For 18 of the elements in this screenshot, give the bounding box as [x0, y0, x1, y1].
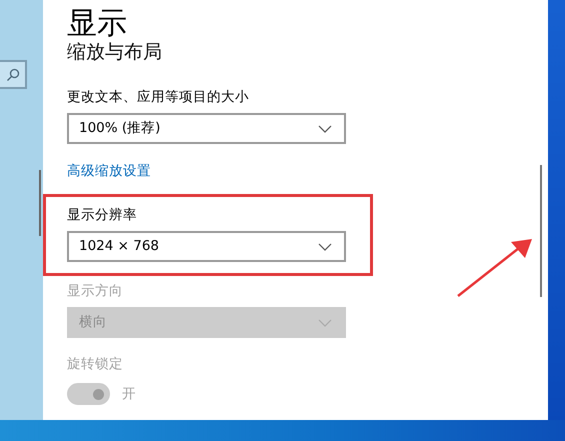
- page-title: 显示: [67, 6, 128, 42]
- toggle-state: 开: [122, 384, 136, 404]
- chevron-icon: [318, 318, 332, 326]
- dropdown[interactable]: 1024 × 768: [67, 231, 346, 262]
- scrollbar[interactable]: [540, 165, 542, 297]
- dropdown: 横向: [67, 307, 346, 338]
- field-label: 旋转锁定: [67, 355, 124, 373]
- link[interactable]: 高级缩放设置: [67, 161, 151, 182]
- search-icon: [6, 68, 20, 82]
- field-label: 更改文本、应用等项目的大小: [67, 88, 250, 106]
- chevron-icon: [318, 242, 332, 250]
- field-label: 显示分辨率: [67, 206, 138, 224]
- chevron-icon: [318, 124, 332, 132]
- search-field[interactable]: [0, 60, 27, 89]
- dropdown[interactable]: 100% (推荐): [67, 113, 346, 144]
- scrollbar[interactable]: [39, 170, 41, 236]
- field-label: 显示方向: [67, 282, 124, 300]
- section-heading: 缩放与布局: [67, 42, 163, 62]
